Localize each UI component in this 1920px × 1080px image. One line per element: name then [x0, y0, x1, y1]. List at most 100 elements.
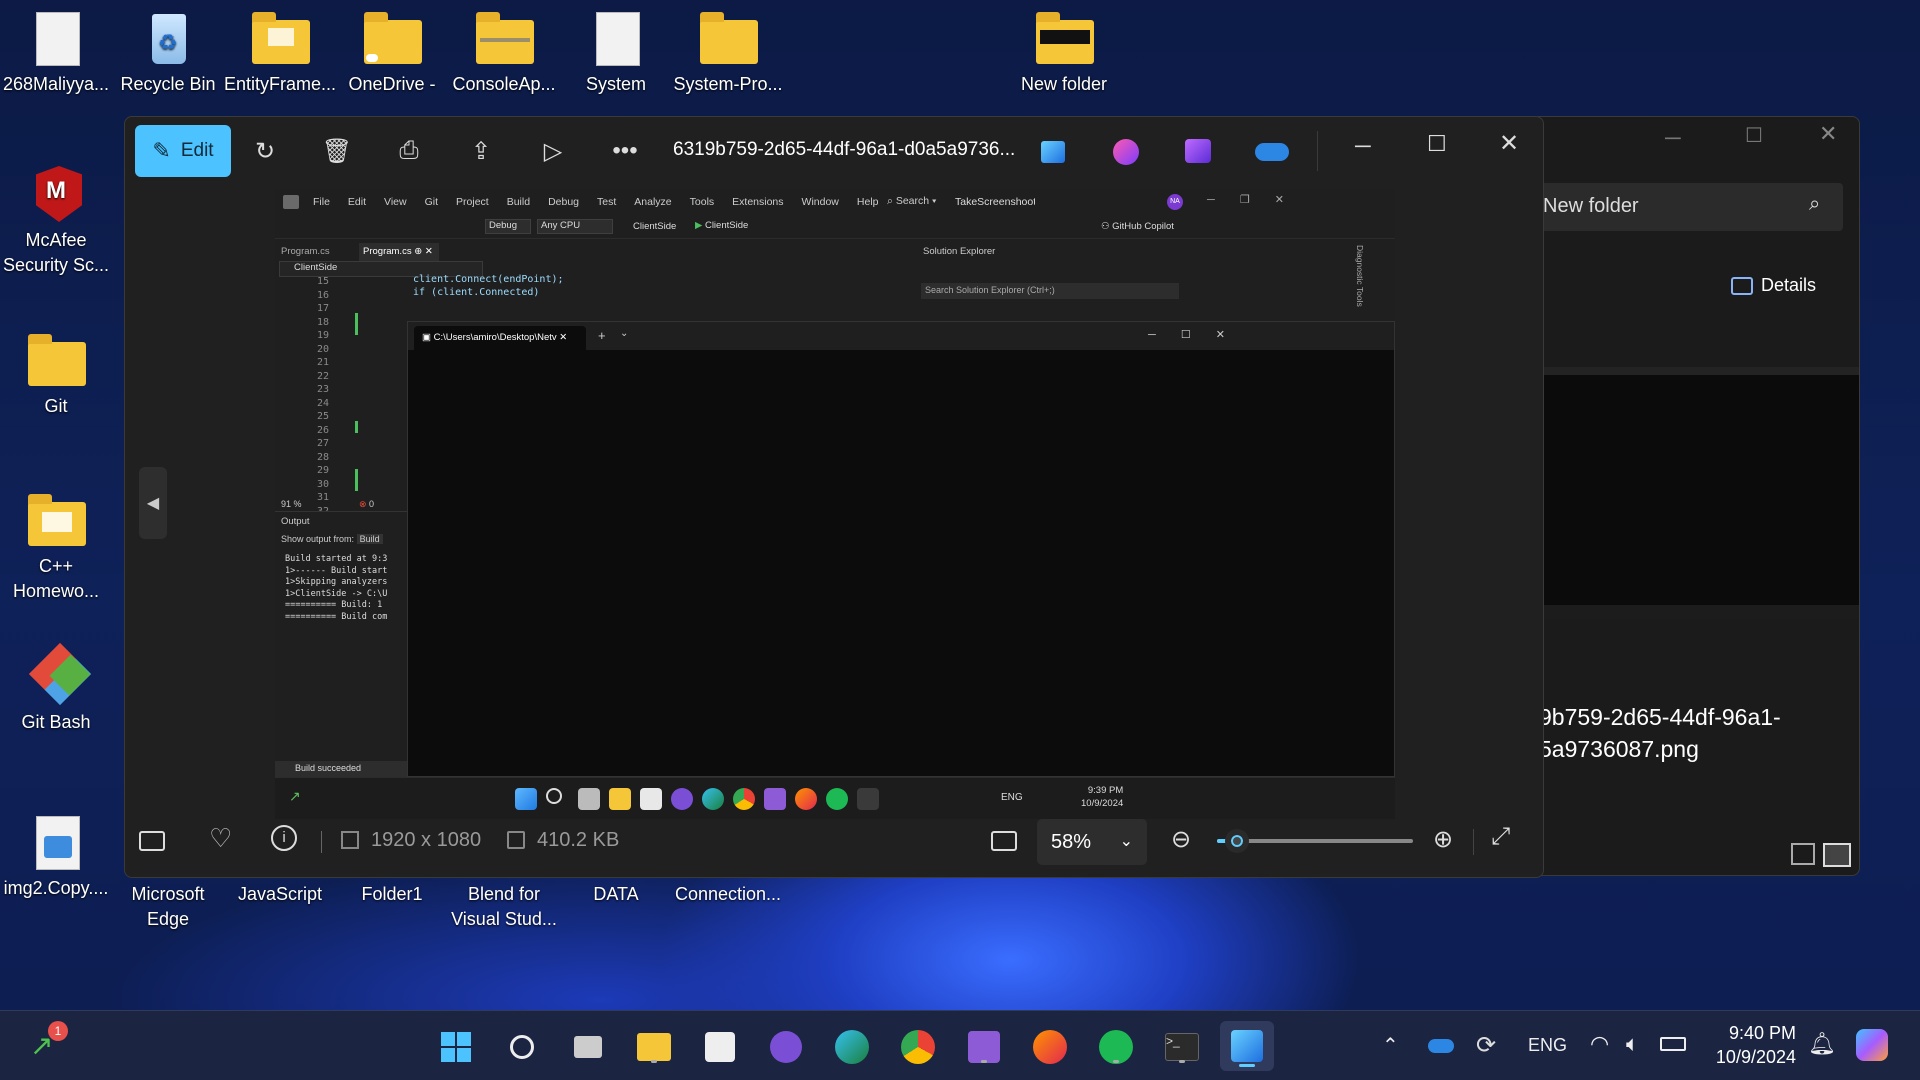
clipchamp-icon[interactable]: [1113, 139, 1139, 165]
tab-dropdown-button[interactable]: ⌄: [620, 328, 628, 339]
desktop-icon-entityframe[interactable]: EntityFrame...: [224, 8, 336, 97]
menu-item[interactable]: Edit: [348, 196, 366, 208]
menu-item[interactable]: Window: [802, 196, 839, 208]
menu-item[interactable]: View: [384, 196, 407, 208]
task-view-button[interactable]: [568, 1027, 608, 1067]
spotify-button[interactable]: [1096, 1027, 1136, 1067]
desktop-icon-document[interactable]: 268Maliyya...: [0, 8, 112, 97]
error-count[interactable]: ⊗ 0: [359, 499, 374, 510]
terminal-tab[interactable]: ▣ C:\Users\amiro\Desktop\Netv ✕: [414, 326, 586, 350]
desktop-icon-onedrive[interactable]: OneDrive -: [336, 8, 448, 97]
platform-dropdown[interactable]: Any CPU: [537, 219, 613, 234]
menu-item[interactable]: Test: [597, 196, 616, 208]
show-hidden-icons[interactable]: ⌃: [1382, 1033, 1399, 1058]
output-source[interactable]: Show output from: Build: [281, 534, 383, 544]
menu-item[interactable]: Git: [425, 196, 438, 208]
battery-icon[interactable]: [1660, 1037, 1686, 1051]
file-explorer-window[interactable]: ─ ☐ ✕ New folder ⌕ Details 9b759-2d65-44…: [1538, 116, 1860, 876]
onedrive-tray-icon[interactable]: [1428, 1039, 1454, 1053]
share-button[interactable]: ⇪: [453, 125, 509, 177]
preview-view-icon[interactable]: [1823, 843, 1851, 867]
language-indicator[interactable]: ENG: [1528, 1035, 1567, 1056]
favorite-button[interactable]: ♡: [209, 823, 232, 854]
desktop-icon-folder1[interactable]: Folder1: [336, 882, 448, 907]
search-button[interactable]: [502, 1027, 542, 1067]
desktop-icon-img2[interactable]: img2.Copy....: [0, 812, 112, 901]
github-desktop-button[interactable]: [766, 1027, 806, 1067]
zoom-slider-thumb[interactable]: [1224, 829, 1249, 853]
maximize-button[interactable]: ☐: [1427, 131, 1447, 157]
diagnostic-tools-tab[interactable]: Diagnostic Tools: [1355, 245, 1365, 321]
user-avatar[interactable]: NA: [1167, 194, 1183, 210]
minimize-button[interactable]: ─: [1355, 133, 1371, 159]
slideshow-button[interactable]: ▷: [525, 125, 581, 177]
editor-zoom[interactable]: 91 %: [281, 499, 302, 509]
new-tab-button[interactable]: +: [598, 328, 606, 343]
fullscreen-button[interactable]: ⤢: [1491, 823, 1510, 851]
desktop-icon-consoleapp[interactable]: ConsoleAp...: [448, 8, 560, 97]
desktop-icon-git[interactable]: Git: [0, 330, 112, 419]
filmstrip-button[interactable]: [139, 831, 165, 851]
menu-item[interactable]: Project: [456, 196, 489, 208]
vs-search[interactable]: ⌕ Search ▾: [887, 195, 936, 208]
photos-button[interactable]: [1220, 1021, 1274, 1071]
terminal-window-controls[interactable]: ─ ☐ ✕: [1148, 328, 1225, 341]
desktop-icon-blend[interactable]: Blend for Visual Stud...: [448, 882, 560, 932]
visual-studio-button[interactable]: [964, 1027, 1004, 1067]
more-button[interactable]: •••: [597, 125, 653, 177]
start-button[interactable]: [436, 1027, 476, 1067]
desktop-icon-javascript[interactable]: JavaScript: [224, 882, 336, 907]
designer-icon[interactable]: [1185, 139, 1211, 163]
zoom-slider[interactable]: [1217, 829, 1413, 853]
edge-button[interactable]: [832, 1027, 872, 1067]
maximize-icon[interactable]: ☐: [1745, 123, 1763, 148]
desktop-icon-system-pro[interactable]: System-Pro...: [672, 8, 784, 97]
volume-icon[interactable]: 🔈︎: [1626, 1031, 1639, 1057]
desktop-icon-system[interactable]: System: [560, 8, 672, 97]
menu-item[interactable]: Extensions: [732, 196, 783, 208]
close-button[interactable]: ✕: [1499, 129, 1519, 158]
minimize-icon[interactable]: ─: [1665, 125, 1681, 151]
copilot-icon[interactable]: [1856, 1029, 1888, 1061]
copilot-button[interactable]: ⚇ GitHub Copilot: [1101, 221, 1174, 232]
run-button[interactable]: ▶ ClientSide: [695, 220, 748, 231]
info-button[interactable]: i: [271, 825, 297, 851]
config-dropdown[interactable]: Debug: [485, 219, 531, 234]
notifications-icon[interactable]: 🔔︎: [1808, 1031, 1836, 1057]
desktop-icon-edge[interactable]: Microsoft Edge: [112, 882, 224, 932]
terminal-button[interactable]: >_: [1162, 1027, 1202, 1067]
previous-image-button[interactable]: ◀: [139, 467, 167, 539]
tab-program-cs[interactable]: Program.cs: [281, 246, 330, 257]
edit-button[interactable]: ✎ Edit: [135, 125, 231, 177]
startup-project[interactable]: ClientSide: [633, 221, 676, 232]
delete-button[interactable]: 🗑: [309, 125, 365, 177]
actual-size-button[interactable]: [991, 831, 1017, 851]
terminal-window[interactable]: ▣ C:\Users\amiro\Desktop\Netv ✕ + ⌄ ─ ☐ …: [407, 321, 1395, 777]
menu-item[interactable]: Tools: [690, 196, 715, 208]
onedrive-icon[interactable]: [1255, 143, 1289, 161]
menu-item[interactable]: Debug: [548, 196, 579, 208]
close-icon[interactable]: ✕: [1819, 121, 1837, 147]
clock[interactable]: 9:40 PM 10/9/2024: [1700, 1021, 1796, 1069]
rotate-button[interactable]: ↻: [237, 125, 293, 177]
sync-icon[interactable]: ⟳: [1476, 1031, 1496, 1060]
wifi-icon[interactable]: ◠: [1590, 1031, 1609, 1057]
menu-item[interactable]: File: [313, 196, 330, 208]
desktop-icon-data[interactable]: DATA: [560, 882, 672, 907]
photos-app-icon[interactable]: [1041, 141, 1065, 163]
zoom-in-button[interactable]: ⊕: [1433, 825, 1453, 854]
photos-viewer-window[interactable]: ✎ Edit ↻ 🗑 ⎙ ⇪ ▷ ••• 6319b759-2d65-44df-9…: [124, 116, 1544, 878]
file-explorer-button[interactable]: [634, 1027, 674, 1067]
menu-item[interactable]: Analyze: [634, 196, 671, 208]
tab-program-cs-active[interactable]: Program.cs ⊕ ✕: [359, 243, 439, 261]
firefox-button[interactable]: [1030, 1027, 1070, 1067]
menu-item[interactable]: Build: [507, 196, 530, 208]
vs-window-controls[interactable]: ─ ❐ ✕: [1207, 193, 1284, 206]
list-view-icon[interactable]: [1791, 843, 1815, 865]
store-button[interactable]: [700, 1027, 740, 1067]
details-button[interactable]: Details: [1731, 275, 1816, 296]
menu-item[interactable]: Help: [857, 196, 879, 208]
chrome-button[interactable]: [898, 1027, 938, 1067]
search-box[interactable]: New folder ⌕: [1539, 183, 1843, 231]
print-button[interactable]: ⎙: [381, 125, 437, 177]
